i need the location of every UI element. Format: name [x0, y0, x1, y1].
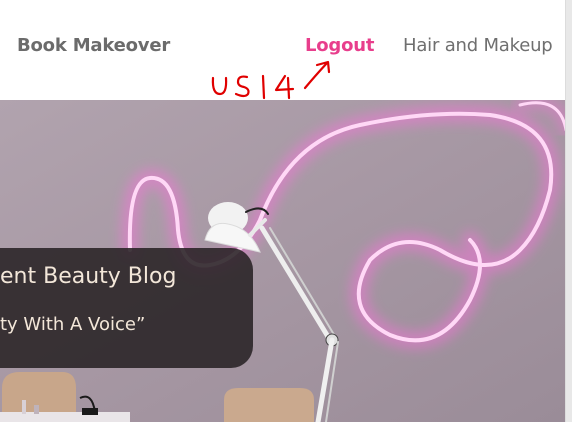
navbar: Book Makeover Logout Hair and Makeup [0, 0, 566, 100]
hero-carousel: ent Beauty Blog ty With A Voice” [0, 100, 566, 422]
annotation-digit-4 [274, 74, 295, 100]
hair-and-makeup-link[interactable]: Hair and Makeup [403, 35, 553, 56]
annotation-letter-s [234, 75, 250, 98]
handwritten-annotation [211, 60, 331, 100]
vertical-scrollbar[interactable] [565, 0, 572, 422]
caption-subtitle: ty With A Voice” [0, 314, 146, 335]
carousel-caption: ent Beauty Blog ty With A Voice” [0, 248, 253, 368]
brand-link[interactable]: Book Makeover [17, 35, 170, 56]
caption-title: ent Beauty Blog [0, 264, 177, 289]
annotation-arrow [303, 60, 331, 90]
annotation-digit-1 [261, 74, 266, 100]
logout-link[interactable]: Logout [305, 35, 375, 56]
annotation-letter-u [211, 76, 228, 96]
